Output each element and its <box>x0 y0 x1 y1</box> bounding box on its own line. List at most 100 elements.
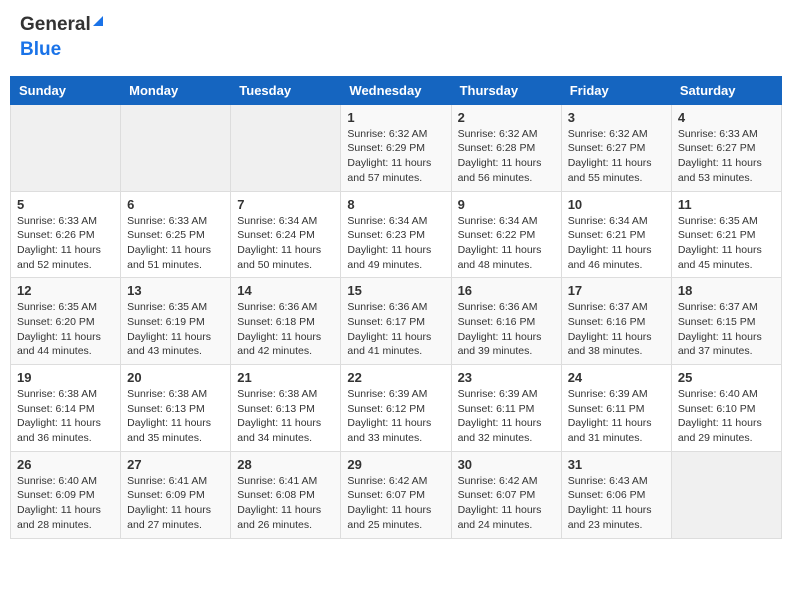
weekday-header-tuesday: Tuesday <box>231 76 341 104</box>
weekday-header-friday: Friday <box>561 76 671 104</box>
day-number: 16 <box>458 283 555 298</box>
calendar-cell: 9 Sunrise: 6:34 AMSunset: 6:22 PMDaylight… <box>451 191 561 278</box>
calendar-cell: 29Sunrise: 6:42 AMSunset: 6:07 PMDayligh… <box>341 451 451 538</box>
calendar-cell: 30Sunrise: 6:42 AMSunset: 6:07 PMDayligh… <box>451 451 561 538</box>
calendar-cell: 11 Sunrise: 6:35 AMSunset: 6:21 PMDayligh… <box>671 191 781 278</box>
day-number: 17 <box>568 283 665 298</box>
calendar-week-row: 1Sunrise: 6:32 AMSunset: 6:29 PMDaylight… <box>11 104 782 191</box>
day-number: 25 <box>678 370 775 385</box>
day-info: Sunrise: 6:36 AMSunset: 6:17 PMDaylight:… <box>347 300 444 359</box>
calendar-cell: 20 Sunrise: 6:38 AMSunset: 6:13 PMDayligh… <box>121 365 231 452</box>
day-info: Sunrise: 6:38 AMSunset: 6:14 PMDaylight:… <box>17 387 114 446</box>
day-info: Sunrise: 6:39 AMSunset: 6:11 PMDaylight:… <box>568 387 665 446</box>
day-number: 4 <box>678 110 775 125</box>
day-info: Sunrise: 6:43 AMSunset: 6:06 PMDaylight:… <box>568 474 665 533</box>
day-number: 28 <box>237 457 334 472</box>
day-number: 22 <box>347 370 444 385</box>
day-number: 6 <box>127 197 224 212</box>
calendar-cell: 12 Sunrise: 6:35 AMSunset: 6:20 PMDayligh… <box>11 278 121 365</box>
day-info: Sunrise: 6:38 AMSunset: 6:13 PMDaylight:… <box>127 387 224 446</box>
calendar-cell: 8 Sunrise: 6:34 AMSunset: 6:23 PMDaylight… <box>341 191 451 278</box>
calendar-cell: 19 Sunrise: 6:38 AMSunset: 6:14 PMDayligh… <box>11 365 121 452</box>
calendar-cell: 7 Sunrise: 6:34 AMSunset: 6:24 PMDaylight… <box>231 191 341 278</box>
day-info: Sunrise: 6:34 AMSunset: 6:24 PMDaylight:… <box>237 214 334 273</box>
calendar-cell: 13 Sunrise: 6:35 AMSunset: 6:19 PMDayligh… <box>121 278 231 365</box>
day-info: Sunrise: 6:41 AMSunset: 6:08 PMDaylight:… <box>237 474 334 533</box>
day-number: 11 <box>678 197 775 212</box>
day-info: Sunrise: 6:39 AMSunset: 6:12 PMDaylight:… <box>347 387 444 446</box>
day-number: 12 <box>17 283 114 298</box>
calendar-cell <box>11 104 121 191</box>
calendar-cell: 2Sunrise: 6:32 AMSunset: 6:28 PMDaylight… <box>451 104 561 191</box>
day-info: Sunrise: 6:38 AMSunset: 6:13 PMDaylight:… <box>237 387 334 446</box>
day-info: Sunrise: 6:35 AMSunset: 6:19 PMDaylight:… <box>127 300 224 359</box>
calendar-cell: 10 Sunrise: 6:34 AMSunset: 6:21 PMDayligh… <box>561 191 671 278</box>
day-number: 18 <box>678 283 775 298</box>
calendar-cell: 27 Sunrise: 6:41 AMSunset: 6:09 PMDayligh… <box>121 451 231 538</box>
day-info: Sunrise: 6:37 AMSunset: 6:15 PMDaylight:… <box>678 300 775 359</box>
day-info: Sunrise: 6:42 AMSunset: 6:07 PMDaylight:… <box>458 474 555 533</box>
calendar-cell: 16 Sunrise: 6:36 AMSunset: 6:16 PMDayligh… <box>451 278 561 365</box>
day-number: 26 <box>17 457 114 472</box>
day-number: 20 <box>127 370 224 385</box>
weekday-header-thursday: Thursday <box>451 76 561 104</box>
calendar-week-row: 12 Sunrise: 6:35 AMSunset: 6:20 PMDayligh… <box>11 278 782 365</box>
calendar-cell: 24 Sunrise: 6:39 AMSunset: 6:11 PMDayligh… <box>561 365 671 452</box>
calendar-cell <box>231 104 341 191</box>
calendar-cell: 5 Sunrise: 6:33 AMSunset: 6:26 PMDaylight… <box>11 191 121 278</box>
logo-arrow-icon <box>93 16 103 26</box>
calendar-cell: 31 Sunrise: 6:43 AMSunset: 6:06 PMDayligh… <box>561 451 671 538</box>
calendar-cell: 26 Sunrise: 6:40 AMSunset: 6:09 PMDayligh… <box>11 451 121 538</box>
calendar-cell: 1Sunrise: 6:32 AMSunset: 6:29 PMDaylight… <box>341 104 451 191</box>
calendar-cell: 14Sunrise: 6:36 AMSunset: 6:18 PMDayligh… <box>231 278 341 365</box>
day-number: 21 <box>237 370 334 385</box>
day-number: 24 <box>568 370 665 385</box>
weekday-header-row: SundayMondayTuesdayWednesdayThursdayFrid… <box>11 76 782 104</box>
calendar-cell: 4 Sunrise: 6:33 AMSunset: 6:27 PMDaylight… <box>671 104 781 191</box>
day-number: 31 <box>568 457 665 472</box>
day-number: 8 <box>347 197 444 212</box>
day-number: 5 <box>17 197 114 212</box>
calendar-cell: 28 Sunrise: 6:41 AMSunset: 6:08 PMDayligh… <box>231 451 341 538</box>
calendar-cell: 21 Sunrise: 6:38 AMSunset: 6:13 PMDayligh… <box>231 365 341 452</box>
weekday-header-sunday: Sunday <box>11 76 121 104</box>
day-number: 27 <box>127 457 224 472</box>
day-info: Sunrise: 6:32 AMSunset: 6:28 PMDaylight:… <box>458 127 555 186</box>
logo-row: General <box>20 15 103 36</box>
day-info: Sunrise: 6:40 AMSunset: 6:09 PMDaylight:… <box>17 474 114 533</box>
day-info: Sunrise: 6:40 AMSunset: 6:10 PMDaylight:… <box>678 387 775 446</box>
day-info: Sunrise: 6:34 AMSunset: 6:23 PMDaylight:… <box>347 214 444 273</box>
day-info: Sunrise: 6:34 AMSunset: 6:22 PMDaylight:… <box>458 214 555 273</box>
day-info: Sunrise: 6:33 AMSunset: 6:27 PMDaylight:… <box>678 127 775 186</box>
day-info: Sunrise: 6:36 AMSunset: 6:18 PMDaylight:… <box>237 300 334 359</box>
day-number: 13 <box>127 283 224 298</box>
weekday-header-wednesday: Wednesday <box>341 76 451 104</box>
calendar-cell: 23Sunrise: 6:39 AMSunset: 6:11 PMDayligh… <box>451 365 561 452</box>
calendar-cell: 17 Sunrise: 6:37 AMSunset: 6:16 PMDayligh… <box>561 278 671 365</box>
calendar-cell: 18 Sunrise: 6:37 AMSunset: 6:15 PMDayligh… <box>671 278 781 365</box>
day-info: Sunrise: 6:33 AMSunset: 6:26 PMDaylight:… <box>17 214 114 273</box>
day-info: Sunrise: 6:35 AMSunset: 6:21 PMDaylight:… <box>678 214 775 273</box>
calendar-cell <box>671 451 781 538</box>
day-info: Sunrise: 6:41 AMSunset: 6:09 PMDaylight:… <box>127 474 224 533</box>
day-number: 19 <box>17 370 114 385</box>
day-info: Sunrise: 6:36 AMSunset: 6:16 PMDaylight:… <box>458 300 555 359</box>
calendar-cell: 22 Sunrise: 6:39 AMSunset: 6:12 PMDayligh… <box>341 365 451 452</box>
day-number: 10 <box>568 197 665 212</box>
day-number: 15 <box>347 283 444 298</box>
calendar-table: SundayMondayTuesdayWednesdayThursdayFrid… <box>10 76 782 539</box>
day-info: Sunrise: 6:37 AMSunset: 6:16 PMDaylight:… <box>568 300 665 359</box>
day-info: Sunrise: 6:34 AMSunset: 6:21 PMDaylight:… <box>568 214 665 273</box>
day-number: 7 <box>237 197 334 212</box>
day-info: Sunrise: 6:35 AMSunset: 6:20 PMDaylight:… <box>17 300 114 359</box>
day-info: Sunrise: 6:42 AMSunset: 6:07 PMDaylight:… <box>347 474 444 533</box>
calendar-week-row: 19 Sunrise: 6:38 AMSunset: 6:14 PMDayligh… <box>11 365 782 452</box>
calendar-week-row: 26 Sunrise: 6:40 AMSunset: 6:09 PMDayligh… <box>11 451 782 538</box>
day-number: 23 <box>458 370 555 385</box>
calendar-week-row: 5 Sunrise: 6:33 AMSunset: 6:26 PMDaylight… <box>11 191 782 278</box>
day-number: 9 <box>458 197 555 212</box>
calendar-cell <box>121 104 231 191</box>
weekday-header-monday: Monday <box>121 76 231 104</box>
day-info: Sunrise: 6:32 AMSunset: 6:29 PMDaylight:… <box>347 127 444 186</box>
logo-general-text: General <box>20 15 91 36</box>
